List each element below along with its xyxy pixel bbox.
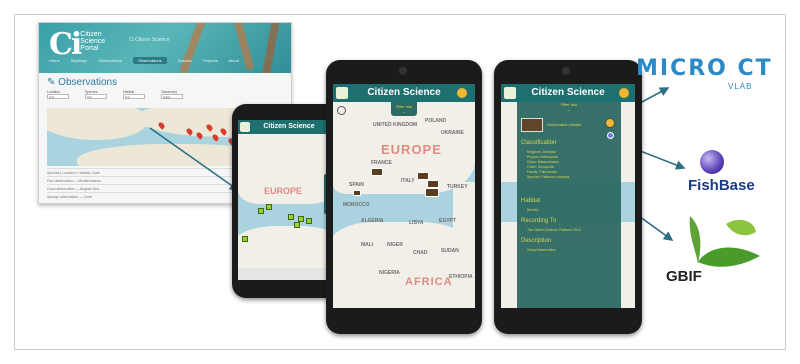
microct-vlab-label: VLAB [728, 82, 753, 91]
classification-list: Kingdom: Animalia Phylum: Arthropoda Cla… [527, 150, 570, 179]
observation-marker[interactable] [294, 222, 300, 228]
map-label: LIBYA [409, 220, 424, 226]
observation-thumbnail[interactable] [427, 180, 439, 188]
app-bar: Citizen Science [238, 120, 340, 134]
user-icon[interactable] [619, 88, 629, 98]
app-bar: Citizen Science [501, 84, 635, 102]
map-label-europe: EUROPE [381, 142, 442, 157]
section-title-classification: Classification [521, 140, 557, 146]
observation-thumbnail[interactable] [425, 188, 439, 197]
phone-detail-screen: Citizen Science Filter info ⌄ Observation… [501, 84, 635, 308]
recording-value: The Citizen Science Platform 2014 [527, 228, 581, 232]
filter-chip[interactable]: Filter info ⌄ [391, 102, 417, 116]
map-label: SPAIN [349, 182, 364, 188]
map-label: UKRAINE [441, 130, 464, 136]
map-view[interactable]: Filter info ⌄ UNITED KINGDOM POLAND UKRAI… [333, 102, 475, 308]
fishbase-globe-icon [700, 150, 724, 174]
habitat-value: Benthic [527, 208, 539, 212]
map-label: ALGERIA [361, 218, 384, 224]
gbif-leaf-icon [689, 216, 760, 267]
bottom-bar [238, 268, 340, 280]
camera-icon [399, 67, 407, 75]
observation-marker[interactable] [266, 204, 272, 210]
map-label: MOROCCO [343, 202, 370, 208]
map-label: POLAND [425, 118, 447, 124]
section-title-recording: Recording To [521, 218, 557, 224]
phone-map-screen: Citizen Science Filter info ⌄ UNITED KING… [333, 84, 475, 308]
arrow-desktop-to-phone [149, 127, 240, 191]
observation-marker[interactable] [306, 218, 312, 224]
camera-icon [562, 67, 570, 75]
map-label-europe: EUROPE [264, 186, 303, 196]
map-label-africa: AFRICA [405, 276, 453, 288]
observation-photo[interactable] [521, 118, 543, 132]
app-logo-icon[interactable] [504, 87, 516, 99]
observation-marker[interactable] [242, 236, 248, 242]
map-view[interactable]: EUROPE [238, 134, 340, 280]
map-label: UNITED KINGDOM [373, 122, 418, 128]
app-logo-icon[interactable] [240, 122, 250, 132]
phone-map: Citizen Science Filter info ⌄ UNITED KING… [326, 60, 482, 334]
locate-icon[interactable] [337, 106, 346, 115]
map-label: EGYPT [439, 218, 456, 224]
observation-thumbnail[interactable] [353, 190, 361, 196]
app-logo-icon[interactable] [336, 87, 348, 99]
map-label: ETHIOPIA [449, 274, 473, 280]
map-label: NIGER [387, 242, 403, 248]
map-label: MALI [361, 242, 374, 248]
section-title-habitat: Habitat [521, 198, 541, 204]
section-title-description: Description [521, 238, 552, 244]
gbif-logo: GBIF [666, 268, 702, 285]
map-label: CHAD [413, 250, 428, 256]
map-label: ITALY [401, 178, 415, 184]
map-label: NIGERIA [379, 270, 400, 276]
observation-marker[interactable] [288, 214, 294, 220]
description-value: Visual observation [527, 248, 556, 252]
detail-panel: Filter info ⌄ Observation details Classif… [517, 102, 621, 308]
observation-marker[interactable] [258, 208, 264, 214]
user-icon[interactable] [457, 88, 467, 98]
share-icon[interactable] [607, 132, 614, 139]
observation-thumbnail[interactable] [417, 172, 429, 180]
card-title: Observation details [547, 122, 582, 127]
filter-chip[interactable]: Filter info ⌄ [555, 102, 583, 114]
observation-thumbnail[interactable] [371, 168, 383, 176]
map-label: TURKEY [447, 184, 468, 190]
map-label: FRANCE [371, 160, 392, 166]
app-bar: Citizen Science [333, 84, 475, 102]
favorite-icon[interactable] [605, 118, 615, 128]
phone-detail: Citizen Science Filter info ⌄ Observation… [494, 60, 642, 334]
fishbase-logo: FishBase [688, 177, 755, 194]
phone-small-screen: Citizen Science EUROPE [238, 120, 340, 280]
map-label: SUDAN [441, 248, 459, 254]
microct-logo: MICRO CT [636, 56, 773, 81]
